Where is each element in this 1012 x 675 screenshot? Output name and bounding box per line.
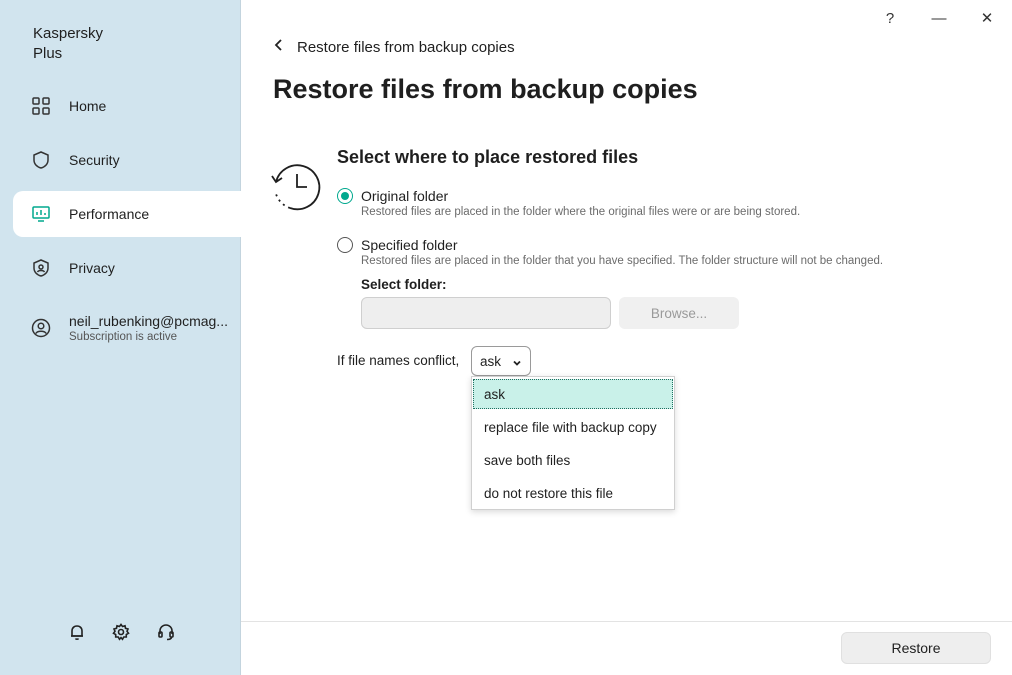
dropdown-option-ask[interactable]: ask [473,379,673,409]
section-title: Select where to place restored files [337,147,639,167]
sidebar-item-privacy[interactable]: Privacy [13,245,241,291]
radio-description: Restored files are placed in the folder … [361,255,884,267]
radio-label: Specified folder [361,237,458,253]
radio-specified-folder[interactable]: Specified folder [337,237,458,253]
dropdown-option-do-not-restore[interactable]: do not restore this file [473,478,673,508]
conflict-dropdown-menu: ask replace file with backup copy save b… [471,376,675,510]
bell-icon[interactable] [67,622,87,642]
account-name: neil_rubenking@pcmag... [69,313,228,329]
account-text: neil_rubenking@pcmag... Subscription is … [69,313,234,343]
dropdown-option-replace[interactable]: replace file with backup copy [473,412,673,442]
radio-button[interactable] [337,237,353,253]
folder-path-field[interactable] [361,297,611,329]
radio-description: Restored files are placed in the folder … [361,206,801,218]
sidebar-bottom-icons [0,622,241,646]
sidebar-item-label: Performance [69,206,150,222]
chevron-down-icon [512,356,522,371]
account-item[interactable]: neil_rubenking@pcmag... Subscription is … [13,305,241,351]
app-title-line2: Plus [33,45,63,62]
history-clock-icon [270,160,324,214]
chevron-left-icon [274,38,284,57]
dropdown-option-save-both[interactable]: save both files [473,445,673,475]
sidebar-item-label: Security [69,152,120,168]
user-icon [31,318,51,338]
monitor-gauge-icon [31,204,51,224]
close-button[interactable]: ✕ [977,8,997,28]
conflict-select-value: ask [480,353,502,369]
privacy-shield-icon [31,258,51,278]
back-label: Restore files from backup copies [297,39,515,56]
minimize-button[interactable]: — [929,8,949,28]
app-title-line1: Kaspersky [33,25,104,42]
headset-icon[interactable] [156,622,176,642]
radio-label: Original folder [361,188,449,204]
select-folder-label: Select folder: [361,277,447,292]
sidebar-item-label: Home [69,98,107,114]
browse-button[interactable]: Browse... [619,297,739,329]
help-button[interactable]: ? [880,8,900,28]
page-title: Restore files from backup copies [273,74,698,104]
gear-icon[interactable] [111,622,131,642]
shield-icon [31,150,51,170]
sidebar-item-home[interactable]: Home [13,83,241,129]
conflict-select[interactable]: ask [471,346,531,376]
sidebar-item-security[interactable]: Security [13,137,241,183]
footer-divider [241,621,1012,622]
radio-original-folder[interactable]: Original folder [337,188,448,204]
sidebar-item-label: Privacy [69,260,115,276]
radio-button-checked[interactable] [337,188,353,204]
back-link[interactable]: Restore files from backup copies [274,38,515,57]
conflict-label: If file names conflict, [337,353,460,368]
subscription-status: Subscription is active [69,331,178,343]
app-title: Kaspersky Plus [33,24,103,64]
sidebar-item-performance[interactable]: Performance [13,191,241,237]
sidebar: Kaspersky Plus Home Security Performance… [0,0,241,675]
restore-button[interactable]: Restore [841,632,991,664]
grid-icon [31,96,51,116]
